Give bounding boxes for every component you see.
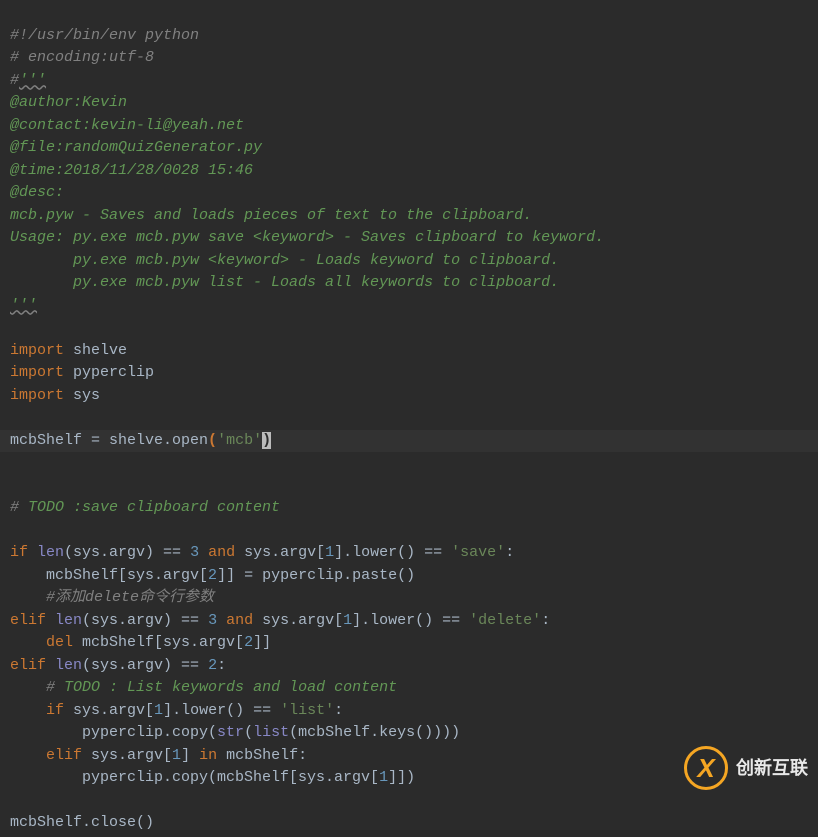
code-line: if sys.argv[1].lower() == 'list': [10,702,343,719]
code-line: import shelve [10,342,127,359]
code-line: if len(sys.argv) == 3 and sys.argv[1].lo… [10,544,514,561]
code-line: ''' [10,297,37,314]
code-line: pyperclip.copy(str(list(mcbShelf.keys())… [10,724,460,741]
code-editor[interactable]: #!/usr/bin/env python # encoding:utf-8 #… [0,0,818,837]
code-line: # TODO : List keywords and load content [10,679,397,696]
code-line: #!/usr/bin/env python [10,27,199,44]
logo-text: 创新互联 [736,757,808,780]
code-line: py.exe mcb.pyw list - Loads all keywords… [10,274,559,291]
watermark-logo: X 创新互联 [684,746,808,790]
code-line: import sys [10,387,100,404]
code-line: @author:Kevin [10,94,127,111]
code-line: del mcbShelf[sys.argv[2]] [10,634,271,651]
cursor-position: ) [262,432,271,449]
code-line: @file:randomQuizGenerator.py [10,139,262,156]
code-line: elif sys.argv[1] in mcbShelf: [10,747,307,764]
code-line-current: mcbShelf = shelve.open('mcb') [0,430,818,453]
code-line [10,792,19,809]
code-line: mcb.pyw - Saves and loads pieces of text… [10,207,532,224]
code-line: Usage: py.exe mcb.pyw save <keyword> - S… [10,229,604,246]
code-line: py.exe mcb.pyw <keyword> - Loads keyword… [10,252,559,269]
code-line: # TODO :save clipboard content [10,499,280,516]
logo-x-glyph: X [697,757,714,780]
code-line: pyperclip.copy(mcbShelf[sys.argv[1]]) [10,769,415,786]
code-line: import pyperclip [10,364,154,381]
code-line: @contact:kevin-li@yeah.net [10,117,244,134]
code-line [10,409,19,426]
code-line: elif len(sys.argv) == 2: [10,657,226,674]
code-line: mcbShelf.close() [10,814,154,831]
code-line: mcbShelf[sys.argv[2]] = pyperclip.paste(… [10,567,415,584]
code-line [10,477,19,494]
code-line: elif len(sys.argv) == 3 and sys.argv[1].… [10,612,550,629]
code-line [10,522,19,539]
code-line: # encoding:utf-8 [10,49,154,66]
logo-icon: X [684,746,728,790]
code-line: #添加delete命令行参数 [10,589,214,606]
code-line: #''' [10,72,46,89]
code-line: @time:2018/11/28/0028 15:46 [10,162,253,179]
code-line [10,319,19,336]
code-line: @desc: [10,184,64,201]
